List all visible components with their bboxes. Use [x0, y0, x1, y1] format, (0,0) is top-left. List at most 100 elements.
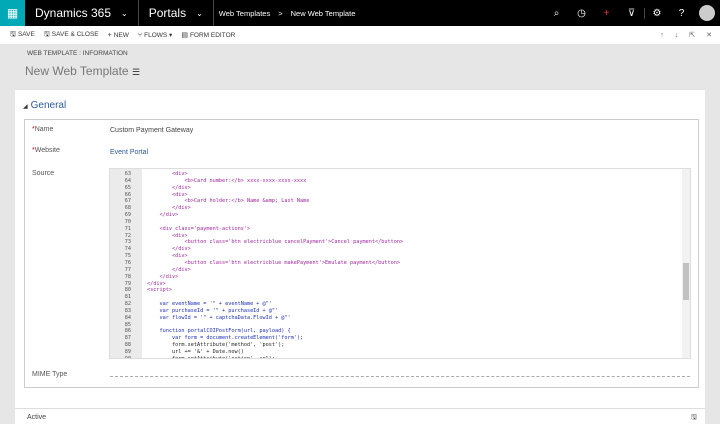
new-button[interactable]: + NEW [108, 32, 129, 39]
save-close-label: SAVE & CLOSE [51, 30, 99, 38]
code-line: 71 <div class='payment-actions'> [110, 226, 403, 233]
line-number: 65 [124, 184, 131, 191]
arrow-up-icon[interactable]: ↑ [660, 32, 664, 39]
save-icon: 🖫 [10, 30, 16, 38]
line-number: 80 [124, 287, 131, 294]
line-number: 76 [124, 259, 131, 266]
website-field[interactable]: Event Portal [110, 149, 148, 156]
form-editor-button[interactable]: ▤ FORM EDITOR [181, 31, 235, 39]
code-text: <script> [147, 287, 172, 294]
code-text: </div> [147, 266, 191, 273]
line-number: 87 [124, 335, 131, 342]
line-number: 69 [124, 212, 131, 219]
popout-icon[interactable]: ⇱ [689, 31, 695, 39]
code-text: <button class='btn electricblue cancelPa… [147, 239, 404, 246]
app-switcher[interactable]: Dynamics 365 ⌄ [25, 0, 139, 26]
code-text: form.setAttribute('action', url); [147, 355, 276, 359]
line-number: 83 [124, 307, 131, 314]
code-line: 82 var eventName = '" + eventName + @"' [110, 301, 403, 308]
name-field[interactable]: Custom Payment Gateway [110, 127, 193, 134]
code-line: 78 </div> [110, 274, 403, 281]
line-number: 63 [124, 171, 131, 177]
code-text: </div> [147, 273, 179, 280]
line-number: 70 [124, 218, 131, 225]
line-number: 89 [124, 348, 131, 355]
save-icon[interactable]: 🖫 [691, 413, 697, 424]
command-bar: 🖫 SAVE 🖫 SAVE & CLOSE + NEW ⑂ FLOWS ▾ ▤ FORM … [0, 26, 720, 44]
code-line: 84 var flowId = '" + captchaData.FlowId … [110, 315, 403, 322]
line-number: 79 [124, 280, 131, 287]
code-line: 72 <div> [110, 233, 403, 240]
code-text: <b>Card number:</b> xxxx-xxxx-xxxx-xxxx [147, 177, 307, 184]
gear-icon[interactable]: ⚙ [644, 7, 669, 19]
save-close-icon: 🖫 [43, 30, 50, 38]
code-text: var flowId = '" + captchaData.FlowId + @… [147, 314, 291, 321]
line-number: 64 [124, 177, 131, 184]
top-nav-bar: ▦ Dynamics 365 ⌄ Portals ⌄ Web Templates >… [0, 0, 720, 26]
section-general[interactable]: ◢ General [23, 100, 66, 111]
code-line: 90 form.setAttribute('action', url); [110, 355, 403, 359]
collapse-icon: ◢ [23, 104, 28, 110]
form-editor-icon: ▤ [181, 32, 188, 39]
code-line: 88 form.setAttribute('method', 'post'); [110, 342, 403, 349]
section-title: General [30, 100, 67, 111]
code-line: 67 <b>Card holder:</b> Name &amp; Last N… [110, 198, 403, 205]
code-line: 81 [110, 294, 403, 301]
form-panel: ◢ General *Name Custom Payment Gateway *W… [15, 90, 705, 408]
chevron-down-icon: ▾ [169, 32, 173, 39]
code-text: </div> [147, 280, 166, 287]
help-icon[interactable]: ? [669, 8, 694, 19]
code-line: 85 [110, 322, 403, 329]
mime-type-field[interactable] [110, 376, 690, 377]
breadcrumb-web-templates[interactable]: Web Templates [219, 9, 270, 18]
website-label: *Website [32, 147, 60, 154]
code-line: 69 </div> [110, 212, 403, 219]
code-text: <b>Card holder:</b> Name &amp; Last Name [147, 198, 310, 205]
code-line: 79 </div> [110, 281, 403, 288]
source-code-editor[interactable]: 63 <div> 64 <b>Card number:</b> xxxx-xxxx… [109, 168, 691, 359]
code-line: 83 var purchaseId = '" + purchaseId + @"… [110, 308, 403, 315]
scrollbar-thumb[interactable] [683, 263, 689, 300]
chevron-down-icon: ⌄ [196, 8, 203, 18]
close-icon[interactable]: ✕ [706, 31, 712, 39]
code-text: <div class='payment-actions'> [147, 225, 251, 232]
area-switcher[interactable]: Portals ⌄ [139, 0, 214, 26]
flows-icon: ⑂ [137, 32, 143, 39]
save-label: SAVE [17, 30, 35, 38]
line-number: 68 [124, 205, 131, 212]
form-menu-icon[interactable]: ☰ [132, 67, 140, 77]
app-launcher-icon[interactable]: ▦ [0, 0, 25, 26]
line-number: 74 [124, 246, 131, 253]
code-line: 80 <script> [110, 287, 403, 294]
code-line: 66 <div> [110, 192, 403, 199]
line-number: 75 [124, 253, 131, 260]
plus-icon[interactable]: + [594, 8, 619, 19]
code-text: function portalCOIPostForm(url, payload)… [147, 328, 291, 335]
code-text: <button class='btn electricblue makePaym… [147, 259, 400, 266]
filter-icon[interactable]: ⊽ [619, 8, 644, 19]
line-number: 88 [124, 342, 131, 349]
save-close-button[interactable]: 🖫 SAVE & CLOSE [44, 30, 99, 41]
form-editor-label: FORM EDITOR [189, 32, 236, 39]
code-text: var eventName = '" + eventName + @"' [147, 301, 272, 308]
search-icon[interactable]: ⌕ [544, 8, 569, 19]
code-text: <div> [147, 171, 188, 177]
code-text: form.setAttribute('method', 'post'); [147, 342, 285, 349]
new-label: NEW [113, 31, 129, 39]
line-number: 84 [124, 314, 131, 321]
code-text: url += '&' + Date.now() [147, 348, 244, 355]
flows-button[interactable]: ⑂ FLOWS ▾ [138, 31, 172, 39]
avatar[interactable] [699, 5, 715, 21]
code-text: </div> [147, 184, 191, 191]
code-line: 68 </div> [110, 205, 403, 212]
code-text: var form = document.createElement('form'… [147, 335, 304, 342]
editor-scrollbar[interactable] [682, 169, 690, 358]
mime-type-label: MIME Type [32, 371, 68, 378]
name-label: *Name [32, 126, 54, 133]
save-button[interactable]: 🖫 SAVE [10, 30, 35, 41]
page-title-text: New Web Template [25, 64, 129, 78]
recent-icon[interactable]: ◷ [569, 8, 594, 19]
arrow-down-icon[interactable]: ↓ [675, 32, 679, 39]
entity-label: WEB TEMPLATE : INFORMATION [27, 50, 128, 57]
app-name: Dynamics 365 [35, 6, 112, 20]
